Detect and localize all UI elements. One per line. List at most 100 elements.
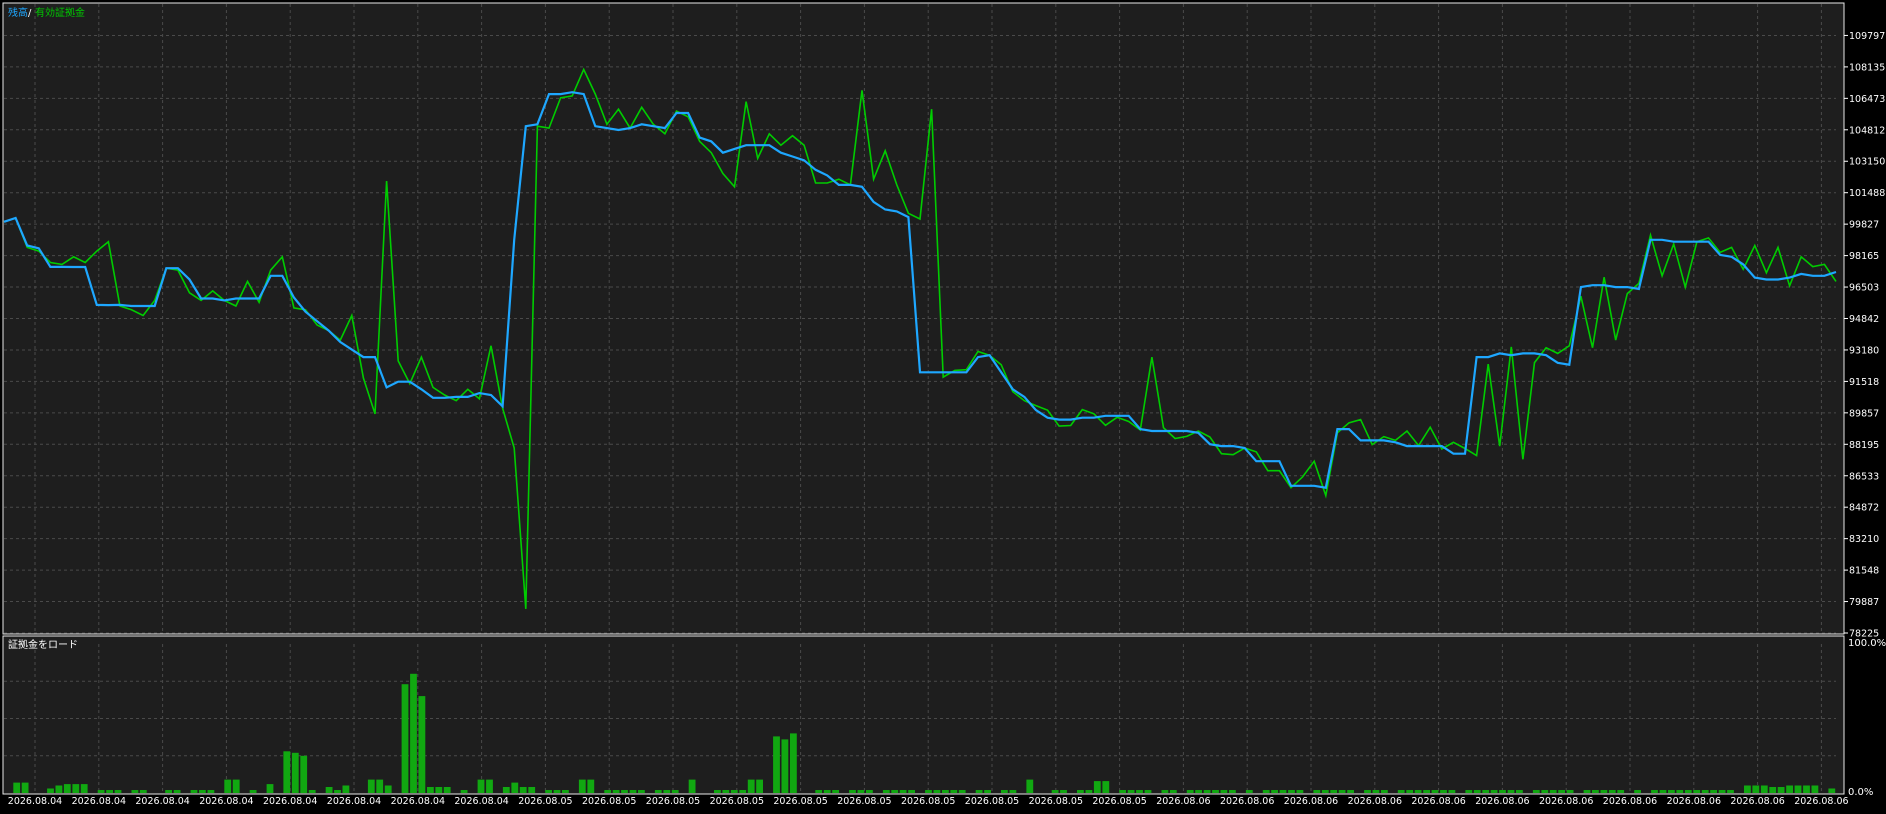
load-bar-101 [857, 790, 865, 793]
load-bar-168 [1423, 790, 1430, 793]
load-bar-59 [502, 787, 510, 793]
load-bar-22 [190, 790, 198, 793]
load-bar-88 [747, 779, 755, 793]
x-tick-label-3: 2026.08.04 [199, 796, 253, 807]
x-tick-label-24: 2026.08.06 [1539, 796, 1593, 807]
load-bar-69 [587, 779, 595, 793]
load-bar-97 [823, 790, 831, 793]
load-bar-167 [1414, 790, 1422, 793]
x-tick-label-23: 2026.08.06 [1475, 796, 1529, 807]
load-bar-179 [1516, 790, 1523, 793]
load-bar-132 [1119, 790, 1126, 793]
load-bar-72 [612, 790, 620, 793]
load-bar-104 [882, 790, 890, 793]
load-bar-24 [207, 790, 215, 793]
load-bar-87 [739, 790, 747, 793]
load-bar-40 [342, 785, 350, 793]
load-bar-92 [781, 739, 789, 793]
load-bar-98 [832, 790, 839, 793]
load-bar-44 [376, 779, 384, 793]
load-bar-96 [815, 790, 823, 793]
load-bar-27 [232, 779, 240, 793]
y-tick-label-8: 96503 [1849, 283, 1879, 294]
load-bar-106 [899, 790, 907, 793]
x-tick-label-26: 2026.08.06 [1667, 796, 1721, 807]
load-bar-182 [1541, 790, 1549, 793]
load-bar-134 [1136, 790, 1143, 793]
x-tick-label-10: 2026.08.05 [646, 796, 700, 807]
y-tick-label-2: 106473 [1849, 94, 1885, 105]
load-bar-190 [1608, 790, 1616, 793]
load-bar-31 [266, 784, 274, 793]
load-bar-169 [1431, 790, 1439, 793]
load-bar-170 [1440, 790, 1447, 793]
load-bar-43 [367, 779, 375, 793]
load-bar-36 [308, 790, 316, 793]
load-bar-124 [1051, 790, 1059, 793]
load-bar-152 [1288, 790, 1295, 793]
load-bar-56 [477, 779, 485, 793]
load-bar-9 [80, 784, 88, 793]
load-bar-210 [1777, 787, 1785, 793]
y-tick-label-11: 91518 [1849, 377, 1879, 388]
y-tick-label-6: 99827 [1849, 220, 1879, 231]
y-tick-label-0: 109797 [1849, 31, 1885, 42]
load-panel: 証拠金をロード 100.0% 0.0% [2, 635, 1886, 798]
load-bar-165 [1397, 790, 1405, 793]
load-bar-193 [1634, 790, 1641, 793]
load-bar-52 [443, 787, 451, 793]
load-bar-11 [97, 790, 105, 793]
load-bar-144 [1220, 790, 1228, 793]
load-bar-118 [1001, 790, 1008, 793]
load-bar-162 [1372, 790, 1380, 793]
y-tick-label-18: 79887 [1849, 597, 1879, 608]
load-bar-130 [1102, 781, 1110, 793]
load-bar-214 [1811, 785, 1819, 793]
load-bar-178 [1507, 790, 1515, 793]
load-bar-129 [1093, 781, 1101, 793]
load-bar-68 [578, 779, 586, 793]
load-bar-207 [1752, 785, 1760, 793]
x-tick-label-18: 2026.08.06 [1156, 796, 1210, 807]
load-bar-64 [545, 790, 552, 793]
x-tick-label-22: 2026.08.06 [1411, 796, 1465, 807]
load-bar-16 [139, 790, 147, 793]
x-tick-label-28: 2026.08.06 [1794, 796, 1848, 807]
load-bar-174 [1473, 790, 1481, 793]
load-bar-141 [1195, 790, 1202, 793]
load-bar-143 [1212, 790, 1219, 793]
load-bar-15 [131, 790, 139, 793]
load-bar-57 [486, 779, 493, 793]
load-bar-208 [1760, 785, 1768, 793]
load-bar-112 [950, 790, 958, 793]
load-bar-47 [401, 684, 409, 793]
load-bar-33 [283, 751, 291, 793]
load-bar-86 [730, 790, 738, 793]
y-tick-label-15: 84872 [1849, 503, 1879, 514]
x-tick-label-6: 2026.08.04 [391, 796, 445, 807]
load-bar-29 [249, 790, 257, 793]
load-bar-206 [1744, 785, 1751, 793]
load-bar-171 [1448, 790, 1456, 793]
load-bar-173 [1465, 790, 1473, 793]
load-bar-109 [925, 790, 932, 793]
y-tick-label-13: 88195 [1849, 440, 1879, 451]
load-bar-51 [435, 787, 443, 793]
y-tick-label-12: 89857 [1849, 408, 1879, 419]
x-tick-label-14: 2026.08.05 [901, 796, 955, 807]
load-bar-85 [722, 790, 730, 793]
load-axis-top: 100.0% [1848, 638, 1886, 649]
load-bar-204 [1727, 790, 1734, 793]
load-bar-7 [63, 784, 71, 793]
load-bar-113 [958, 790, 966, 793]
load-bar-20 [173, 790, 181, 793]
terminal-balance-chart: 109797 108135 106473 104812 103150 101488 9982… [0, 0, 1886, 810]
x-tick-label-19: 2026.08.06 [1220, 796, 1274, 807]
load-bar-74 [629, 790, 637, 793]
x-tick-label-1: 2026.08.04 [72, 796, 126, 807]
load-bar-84 [714, 790, 721, 793]
load-bar-156 [1321, 790, 1329, 793]
load-bar-23 [199, 790, 206, 793]
load-bar-50 [427, 787, 434, 793]
load-bar-185 [1566, 790, 1574, 793]
